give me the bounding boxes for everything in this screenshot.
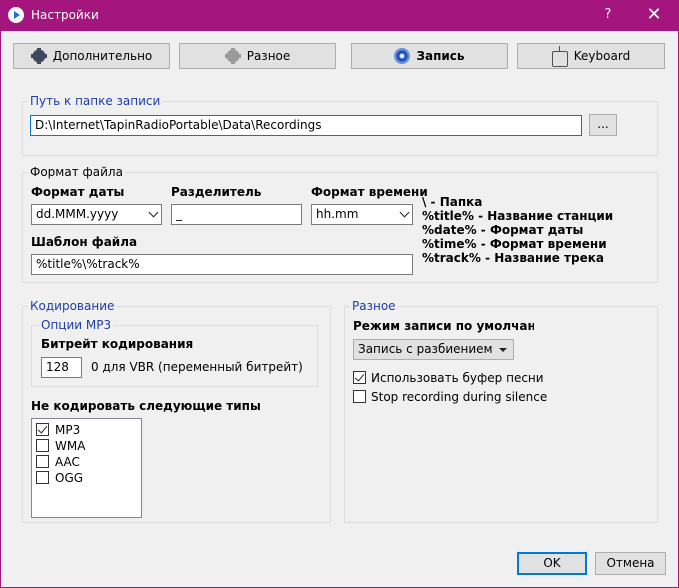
time-format-label: Формат времени: [311, 185, 428, 199]
ogg-label: OGG: [55, 471, 84, 485]
song-buffer-label[interactable]: Использовать буфер песни: [371, 371, 544, 385]
separator-input[interactable]: _: [171, 204, 302, 225]
mp3-label: MP3: [55, 423, 81, 437]
title-bar: Настройки ? ✕: [0, 0, 679, 31]
help-title: %title% - Название станции: [422, 209, 614, 223]
chevron-down-icon: [399, 207, 410, 218]
wma-label: WMA: [55, 439, 86, 453]
file-format-legend: Формат файла: [28, 165, 125, 179]
stop-silence-label[interactable]: Stop recording during silence: [371, 390, 547, 404]
bitrate-label: Битрейт кодирования: [41, 337, 194, 351]
file-template-label: Шаблон файла: [31, 235, 138, 249]
date-format-label: Формат даты: [31, 185, 125, 199]
misc-legend: Разное: [350, 299, 398, 313]
separator-label: Разделитель: [171, 185, 262, 199]
bitrate-input[interactable]: 128: [41, 357, 82, 378]
help-date: %date% - Формат даты: [422, 223, 584, 237]
help-folder: \ - Папка: [422, 195, 483, 209]
mp3-checkbox[interactable]: [36, 423, 49, 436]
no-encode-label: Не кодировать следующие типы: [31, 399, 261, 413]
close-button[interactable]: ✕: [641, 3, 667, 27]
help-track: %track% - Название трека: [422, 251, 604, 265]
aac-label: AAC: [55, 455, 80, 469]
tab-keyboard[interactable]: Keyboard: [517, 43, 665, 69]
cancel-button[interactable]: Отмена: [595, 552, 666, 575]
window-border-left: [0, 31, 1, 588]
time-format-select[interactable]: hh.mm: [311, 204, 413, 225]
date-format-value: dd.MMM.yyyy: [36, 207, 119, 221]
record-mode-label: Режим записи по умолчанию: [353, 319, 534, 333]
recordings-path-input[interactable]: D:\Internet\TapinRadioPortable\Data\Reco…: [30, 115, 582, 136]
help-button[interactable]: ?: [596, 3, 620, 27]
bitrate-hint: 0 для VBR (переменный битрейт): [91, 360, 303, 374]
tab-recording-label: Запись: [416, 49, 465, 63]
encoding-legend: Кодирование: [28, 299, 117, 313]
tab-keyboard-label: Keyboard: [573, 49, 631, 63]
app-icon: [8, 7, 24, 23]
stop-silence-checkbox[interactable]: [353, 390, 366, 403]
file-template-input[interactable]: %title%\%track%: [31, 254, 413, 275]
tab-advanced-label: Дополнительно: [52, 49, 153, 63]
record-mode-select[interactable]: Запись с разбиением: [353, 339, 514, 360]
chevron-down-icon: [148, 207, 159, 218]
no-encode-list[interactable]: MP3 WMA AAC OGG: [31, 418, 142, 518]
wma-checkbox[interactable]: [36, 439, 49, 452]
gear-icon: [224, 48, 241, 64]
aac-checkbox[interactable]: [36, 455, 49, 468]
window-title: Настройки: [31, 8, 99, 22]
time-format-value: hh.mm: [316, 207, 359, 221]
song-buffer-checkbox[interactable]: [353, 371, 366, 384]
tab-advanced[interactable]: Дополнительно: [13, 43, 170, 69]
tab-recording[interactable]: Запись: [351, 43, 508, 69]
record-icon: [394, 48, 411, 64]
help-time: %time% - Формат времени: [422, 237, 607, 251]
tab-misc-label: Разное: [246, 49, 291, 63]
triangle-down-icon: [499, 348, 507, 352]
mp3-options-legend: Опции MP3: [39, 318, 114, 332]
tab-misc[interactable]: Разное: [179, 43, 336, 69]
keyboard-icon: [551, 46, 568, 67]
path-group-legend: Путь к папке записи: [28, 94, 163, 108]
ogg-checkbox[interactable]: [36, 471, 49, 484]
record-mode-value: Запись с разбиением: [358, 342, 493, 356]
gear-icon: [30, 48, 47, 64]
date-format-select[interactable]: dd.MMM.yyyy: [31, 204, 162, 225]
browse-button[interactable]: ...: [589, 114, 617, 136]
ok-button[interactable]: OK: [517, 552, 587, 575]
